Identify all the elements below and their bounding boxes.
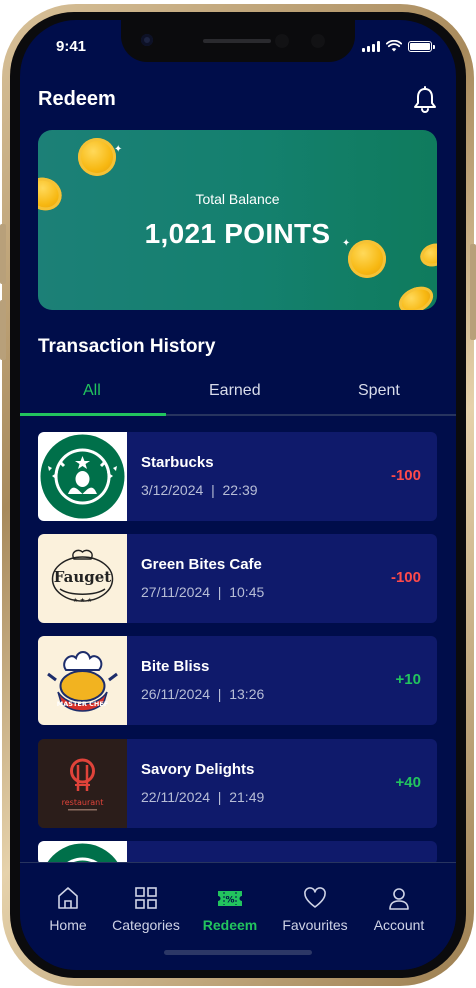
tab-spent[interactable]: Spent — [358, 382, 400, 400]
restaurant-logo: restaurant — [38, 739, 127, 828]
tab-earned[interactable]: Earned — [209, 382, 261, 400]
app-screen: 9:41 Redeem ✦ ✦ Total Balance 1,021 POIN… — [20, 20, 456, 970]
balance-value: 1,021 POINTS — [144, 218, 331, 249]
transaction-amount: +40 — [395, 774, 421, 791]
nav-label: Account — [373, 917, 425, 933]
home-indicator[interactable] — [164, 950, 312, 955]
ticket-icon: % — [218, 891, 242, 906]
status-icons — [362, 40, 435, 52]
svg-text:MASTER CHEF: MASTER CHEF — [57, 700, 108, 708]
transaction-history-title: Transaction History — [38, 336, 216, 357]
grid-icon — [135, 887, 157, 909]
history-tabs: All Earned Spent — [20, 374, 456, 416]
sparkle-icon: ✦ — [114, 144, 123, 155]
transaction-amount: +10 — [395, 671, 421, 688]
transaction-datetime: 22/11/2024 | 21:49 — [141, 789, 265, 805]
speaker-grille — [203, 39, 271, 43]
nav-favourites[interactable]: Favourites — [273, 885, 357, 933]
nav-label: Home — [49, 917, 87, 933]
nav-categories[interactable]: Categories — [104, 885, 188, 933]
volume-down-button-frame — [0, 300, 6, 360]
heart-icon — [304, 887, 326, 908]
coin-icon — [78, 138, 116, 176]
camera-icon — [141, 34, 153, 46]
svg-text:★ ★ ★: ★ ★ ★ — [73, 597, 93, 604]
transaction-item[interactable]: Fauget ★ ★ ★ Green Bites Cafe 27/11/2024… — [38, 534, 437, 623]
balance-label: Total Balance — [195, 191, 280, 207]
transaction-amount: -100 — [390, 467, 421, 484]
svg-text:%: % — [225, 896, 234, 906]
notch — [121, 20, 355, 62]
volume-up-button-frame — [0, 224, 6, 284]
sensor-dot — [311, 34, 325, 48]
transaction-item[interactable]: restaurant Savory Delights 22/11/2024 | … — [38, 739, 437, 828]
tab-active-indicator — [20, 413, 166, 416]
transaction-datetime: 26/11/2024 | 13:26 — [141, 686, 265, 702]
page-title: Redeem — [38, 88, 116, 110]
transaction-datetime: 3/12/2024 | 22:39 — [141, 482, 258, 498]
nav-home[interactable]: Home — [26, 885, 110, 933]
bell-icon[interactable] — [412, 86, 438, 114]
transaction-amount: -100 — [390, 569, 421, 586]
nav-label: Categories — [112, 917, 180, 933]
transaction-merchant: Green Bites Cafe — [141, 556, 262, 573]
transaction-merchant: Savory Delights — [141, 761, 255, 778]
transaction-merchant: Bite Bliss — [141, 658, 210, 675]
tab-all[interactable]: All — [83, 382, 101, 400]
user-icon — [389, 888, 409, 910]
transaction-datetime: 27/11/2024 | 10:45 — [141, 584, 265, 600]
power-button-frame — [470, 244, 476, 340]
wifi-icon — [386, 40, 402, 52]
nav-label: Redeem — [202, 917, 258, 933]
signal-icon — [362, 41, 380, 52]
transaction-item[interactable]: Starbucks 3/12/2024 | 22:39 -100 — [38, 432, 437, 521]
nav-account[interactable]: Account — [357, 885, 441, 933]
balance-card: ✦ ✦ Total Balance 1,021 POINTS — [38, 130, 437, 310]
starbucks-logo — [38, 432, 127, 521]
coin-icon — [394, 281, 437, 310]
svg-text:restaurant: restaurant — [62, 798, 104, 807]
nav-label: Favourites — [282, 917, 348, 933]
status-time: 9:41 — [56, 38, 87, 55]
transaction-merchant: Starbucks — [141, 454, 214, 471]
transaction-item[interactable]: MASTER CHEF Bite Bliss 26/11/2024 | 13:2… — [38, 636, 437, 725]
nav-redeem[interactable]: % Redeem — [188, 885, 272, 933]
sensor-dot — [275, 34, 289, 48]
svg-text:Fauget: Fauget — [54, 568, 111, 586]
master-chef-logo: MASTER CHEF — [38, 636, 127, 725]
battery-icon — [408, 41, 435, 52]
home-icon — [58, 887, 78, 909]
fauget-logo: Fauget ★ ★ ★ — [38, 534, 127, 623]
